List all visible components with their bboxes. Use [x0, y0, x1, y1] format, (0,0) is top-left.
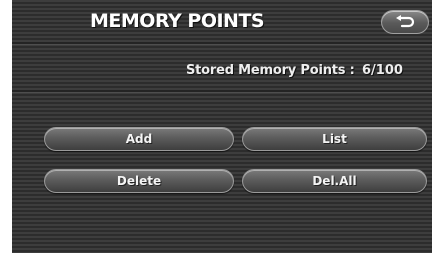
header-divider	[12, 42, 432, 45]
return-arrow-icon	[394, 15, 416, 29]
delete-all-button[interactable]: Del.All	[242, 169, 427, 193]
stored-points-label: Stored Memory Points :	[186, 63, 355, 78]
page-title: MEMORY POINTS	[90, 10, 265, 32]
info-divider	[12, 90, 432, 93]
list-button[interactable]: List	[242, 127, 427, 151]
delete-button[interactable]: Delete	[44, 169, 234, 193]
stored-points-count: 6/100	[362, 63, 403, 78]
memory-points-screen: MEMORY POINTS Stored Memory Points : 6/1…	[12, 0, 432, 253]
back-button[interactable]	[381, 10, 429, 34]
add-button[interactable]: Add	[44, 127, 234, 151]
